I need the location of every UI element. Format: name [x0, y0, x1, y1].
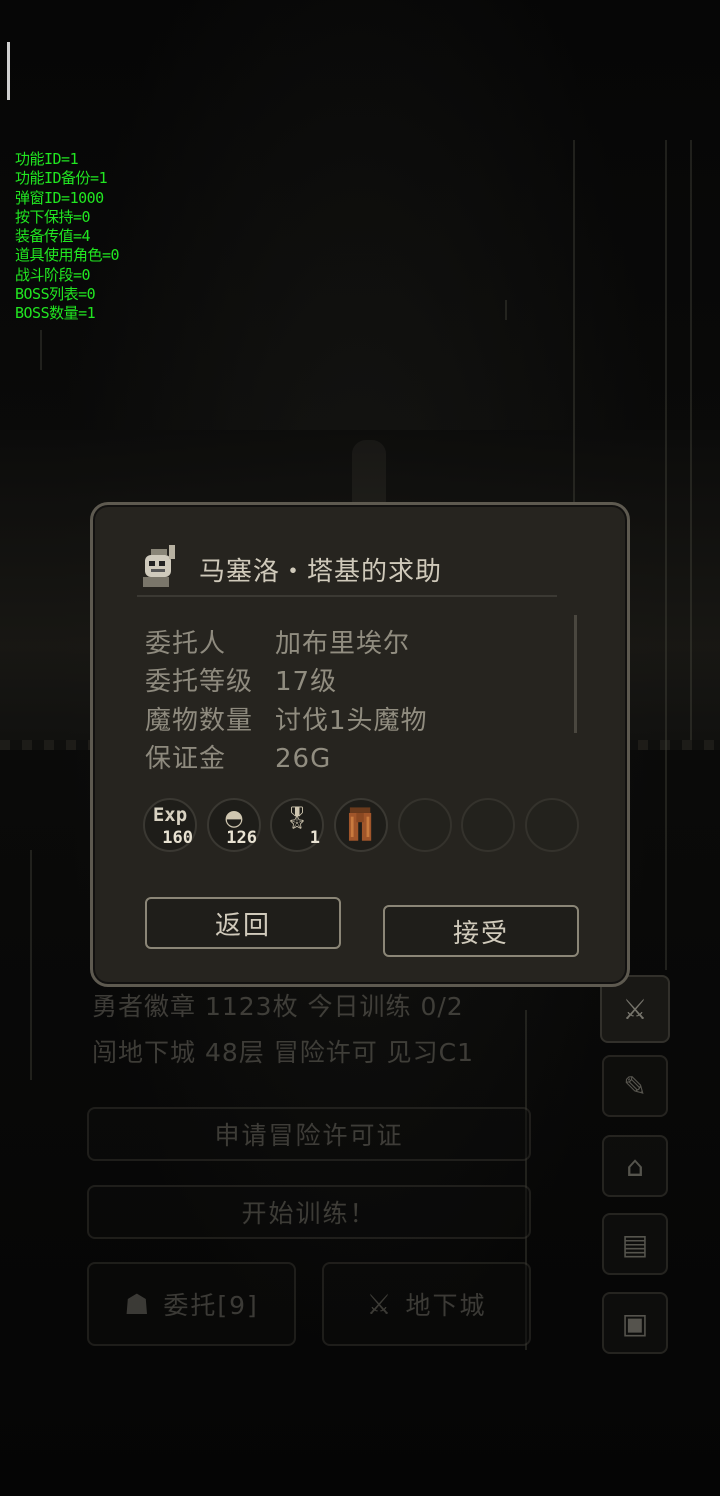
return-label: 返回 [214, 910, 271, 941]
return-button[interactable]: 返回 [145, 897, 341, 949]
dungeon-license-status: 闯地下城 48层 冒险许可 见习C1 [92, 1038, 475, 1067]
accept-button[interactable]: 接受 [383, 905, 579, 957]
reward-slot-medal[interactable]: 🎖 1 [270, 798, 324, 852]
deposit-value: 26G [275, 744, 332, 774]
commission-label: 委托[9] [163, 1291, 259, 1320]
apply-license-button[interactable]: 申请冒险许可证 [87, 1107, 531, 1161]
debug-line: BOSS数量=1 [15, 304, 96, 323]
client-row: 委托人 加布里埃尔 [145, 623, 410, 660]
rain-streak [690, 140, 692, 740]
start-training-label: 开始训练！ [241, 1199, 377, 1228]
exp-icon: Exp [152, 804, 188, 826]
leather-pants-icon [348, 807, 372, 841]
debug-line: 功能ID=1 [15, 150, 79, 168]
reward-slot-empty [461, 798, 515, 852]
knight-helmet-icon [143, 545, 175, 587]
level-value: 17级 [275, 667, 338, 697]
document-icon: ▤ [621, 1227, 649, 1261]
accept-label: 接受 [452, 918, 509, 949]
computer-icon: ▣ [621, 1306, 649, 1340]
reward-slot-exp[interactable]: Exp 160 [143, 798, 197, 852]
reward-slot-empty [525, 798, 579, 852]
dialog-title: 马塞洛・塔基的求助 [199, 557, 443, 587]
sword-icon: ⚔ [366, 1287, 394, 1321]
commission-dialog: 马塞洛・塔基的求助 委托人 加布里埃尔 委托等级 17级 魔物数量 讨伐1头魔物 保证… [90, 502, 630, 987]
dialog-scrollbar[interactable] [574, 615, 577, 733]
side-button-computer[interactable]: ▣ [602, 1292, 668, 1354]
apply-license-label: 申请冒险许可证 [214, 1121, 404, 1150]
rain-streak [30, 850, 32, 1080]
side-button-document[interactable]: ▤ [602, 1213, 668, 1275]
deposit-row: 保证金 26G [145, 738, 331, 775]
knight-icon: ☗ [124, 1287, 152, 1321]
dialog-header: 马塞洛・塔基的求助 [137, 545, 557, 597]
reward-slot-item[interactable] [334, 798, 388, 852]
debug-line: 战斗阶段=0 [15, 265, 91, 284]
reward-slot-coins[interactable]: ◓ 126 [207, 798, 261, 852]
medal-count: 1 [309, 828, 320, 848]
start-training-button[interactable]: 开始训练！ [87, 1185, 531, 1239]
guild-panel: 勇者徽章 1123枚 今日训练 0/2 闯地下城 48层 冒险许可 见习C1 申… [80, 975, 535, 1355]
rain-streak [505, 300, 507, 320]
reward-slot-empty [398, 798, 452, 852]
level-row: 委托等级 17级 [145, 661, 337, 698]
monster-count-value: 讨伐1头魔物 [275, 706, 428, 736]
coins-count: 126 [226, 828, 257, 848]
debug-line: 装备传值=4 [15, 227, 91, 246]
rain-streak [40, 330, 42, 370]
text-cursor [7, 42, 10, 100]
debug-line: 弹窗ID=1000 [15, 188, 104, 207]
debug-line: 道具使用角色=0 [15, 246, 120, 265]
side-button-quest-log[interactable]: ✎ [602, 1055, 668, 1117]
crossed-swords-icon: ⚔ [622, 992, 648, 1026]
level-key: 委托等级 [145, 667, 254, 697]
scroll-icon: ✎ [623, 1069, 647, 1103]
debug-overlay: 功能ID=1 功能ID备份=1 弹窗ID=1000 按下保持=0 装备传值=4 … [15, 150, 120, 324]
client-value: 加布里埃尔 [275, 629, 411, 659]
exp-count: 160 [162, 828, 193, 848]
side-button-map[interactable]: ⌂ [602, 1135, 668, 1197]
rain-streak [665, 140, 667, 970]
badge-training-status: 勇者徽章 1123枚 今日训练 0/2 [92, 992, 464, 1021]
debug-line: 按下保持=0 [15, 207, 91, 226]
deposit-key: 保证金 [145, 744, 227, 774]
commission-button[interactable]: ☗ 委托[9] [87, 1262, 296, 1346]
dungeon-label: 地下城 [405, 1291, 487, 1320]
monster-count-row: 魔物数量 讨伐1头魔物 [145, 700, 428, 737]
client-key: 委托人 [145, 629, 227, 659]
map-icon: ⌂ [626, 1149, 644, 1183]
debug-line: 功能ID备份=1 [15, 169, 108, 188]
monster-count-key: 魔物数量 [145, 706, 254, 736]
debug-line: BOSS列表=0 [15, 285, 96, 304]
dungeon-button[interactable]: ⚔ 地下城 [322, 1262, 531, 1346]
